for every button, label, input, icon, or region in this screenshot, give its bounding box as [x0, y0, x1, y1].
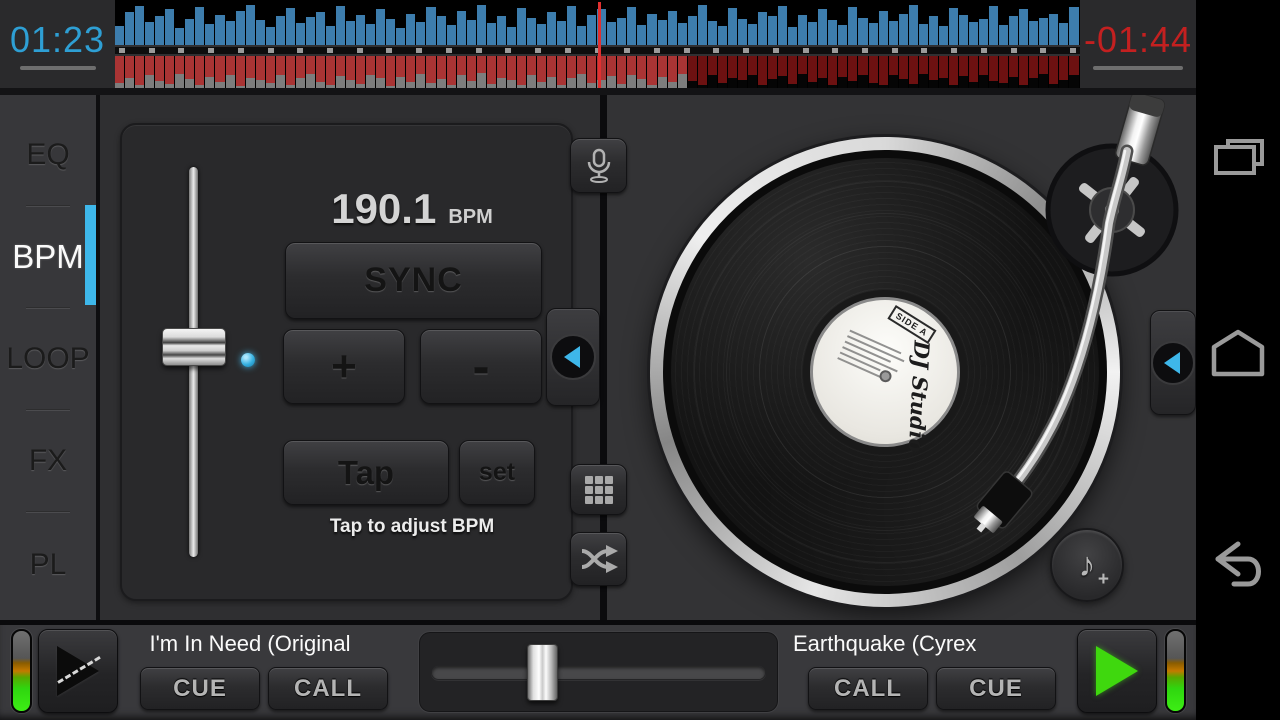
deck-b-play-button[interactable] — [1077, 629, 1157, 713]
deck-b-cue-button[interactable]: CUE — [936, 667, 1056, 710]
sampler-pads-button[interactable] — [570, 464, 627, 515]
deck-a-play-button[interactable] — [38, 629, 118, 713]
turntable-platter: DJ Studio SIDE A — [650, 137, 1120, 607]
dj-app-screen: 01:23 -01:44 EQ BPM LOOP FX PL — [0, 0, 1280, 720]
bottom-control-bar: I'm In Need (Original CUE CALL Earthquak… — [0, 620, 1196, 720]
deck-b-remaining-time: -01:44 — [1084, 19, 1192, 61]
vinyl-label-tracklist — [836, 330, 907, 388]
collapse-arrow-icon — [1151, 341, 1195, 385]
mic-button[interactable] — [570, 138, 627, 193]
home-button[interactable] — [1196, 328, 1280, 378]
deck-a-panel-area: 190.1 BPM SYNC + - Tap set Tap to adjust… — [100, 95, 600, 625]
deck-b-call-button[interactable]: CALL — [808, 667, 928, 710]
pitch-slider-handle[interactable] — [162, 328, 226, 366]
sidebar-item-loop[interactable]: LOOP — [0, 309, 96, 409]
deck-a-time-block: 01:23 — [0, 0, 115, 88]
bpm-value: 190.1 — [331, 185, 436, 233]
sidebar: EQ BPM LOOP FX PL — [0, 95, 100, 625]
sidebar-item-eq[interactable]: EQ — [0, 105, 96, 205]
deck-a-cue-button[interactable]: CUE — [140, 667, 260, 710]
load-track-button[interactable]: ♪ + — [1050, 528, 1124, 602]
vinyl-record[interactable]: DJ Studio SIDE A — [663, 150, 1107, 594]
deck-a-track-title: I'm In Need (Original — [125, 631, 375, 661]
deck-a-collapse-button[interactable] — [546, 308, 600, 406]
deck-a-vu-meter — [11, 629, 32, 713]
deck-a-call-button[interactable]: CALL — [268, 667, 388, 710]
tap-button[interactable]: Tap — [283, 440, 449, 505]
deck-b-vu-meter — [1165, 629, 1186, 713]
sidebar-divider — [26, 511, 70, 513]
pitch-zero-indicator — [241, 353, 255, 367]
grid-icon — [585, 476, 613, 504]
collapse-arrow-icon — [550, 334, 596, 380]
back-icon — [1208, 540, 1268, 590]
android-nav-bar — [1196, 0, 1280, 720]
vinyl-label-side: SIDE A — [887, 305, 936, 344]
music-note-icon: ♪ — [1079, 546, 1096, 585]
shuffle-button[interactable] — [570, 532, 627, 586]
bpm-readout: 190.1 BPM — [272, 185, 552, 235]
bpm-plus-button[interactable]: + — [283, 329, 405, 404]
plus-icon: + — [1098, 569, 1109, 591]
crossfader-handle[interactable] — [527, 644, 558, 701]
bpm-minus-button[interactable]: - — [420, 329, 542, 404]
deck-b-collapse-button[interactable] — [1150, 310, 1196, 415]
shuffle-icon — [580, 544, 618, 574]
back-button[interactable] — [1196, 540, 1280, 590]
microphone-icon — [585, 148, 613, 184]
dual-waveform[interactable] — [115, 0, 1080, 88]
bpm-panel: 190.1 BPM SYNC + - Tap set Tap to adjust… — [120, 123, 573, 601]
playhead-line — [598, 2, 601, 88]
play-icon-green — [1096, 646, 1138, 696]
crossfader — [418, 631, 779, 713]
set-button[interactable]: set — [459, 440, 535, 505]
deck-a-time-underline — [20, 66, 96, 70]
sync-button[interactable]: SYNC — [285, 242, 542, 319]
waveform-topbar: 01:23 -01:44 — [0, 0, 1196, 95]
sidebar-item-fx[interactable]: FX — [0, 411, 96, 511]
deck-b-track-title: Earthquake (Cyrex — [793, 631, 1083, 661]
tap-hint-text: Tap to adjust BPM — [252, 516, 572, 538]
bpm-unit: BPM — [448, 206, 492, 229]
sidebar-item-bpm[interactable]: BPM — [0, 207, 96, 307]
deck-b-time-block: -01:44 — [1080, 0, 1196, 88]
home-icon — [1209, 328, 1267, 378]
sidebar-item-pl[interactable]: PL — [0, 515, 96, 615]
deck-b-turntable-area: DJ Studio SIDE A — [607, 95, 1196, 625]
recent-apps-icon — [1210, 138, 1266, 182]
deck-b-time-underline — [1093, 66, 1183, 70]
deck-a-elapsed-time: 01:23 — [10, 19, 105, 61]
crossfader-track[interactable] — [431, 665, 766, 680]
recent-apps-button[interactable] — [1196, 138, 1280, 182]
